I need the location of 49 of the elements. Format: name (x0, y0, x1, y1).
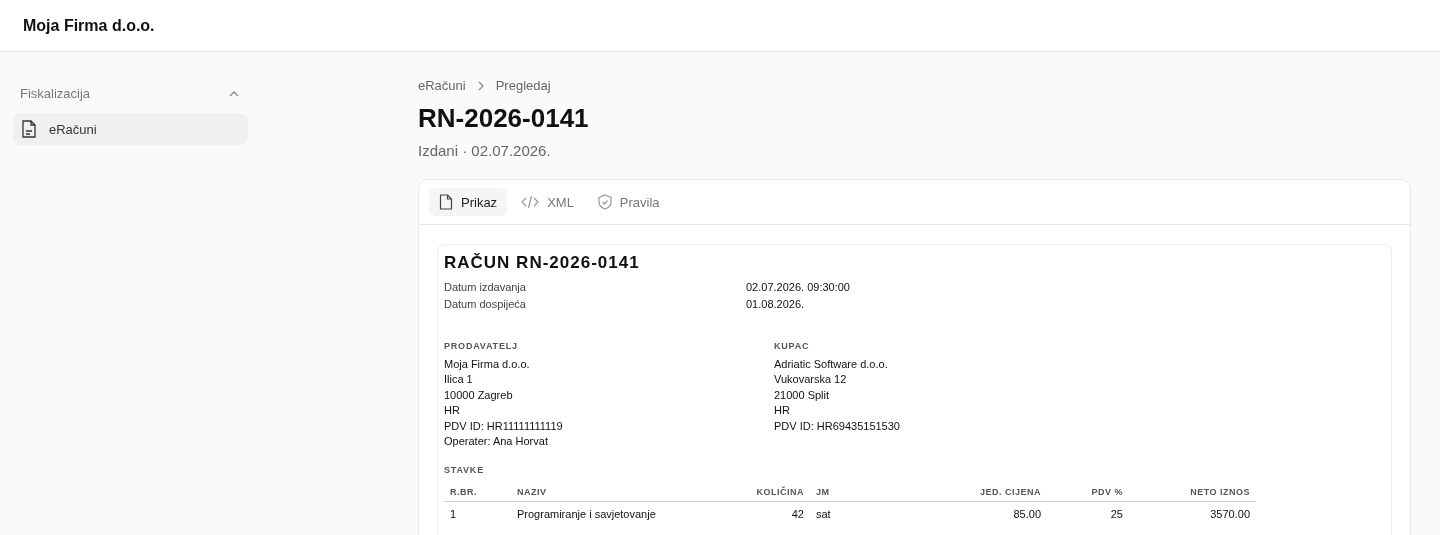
party-heading: KUPAC (774, 341, 811, 351)
sidebar-section-label: Fiskalizacija (20, 86, 91, 101)
party-detail: HR (444, 403, 461, 419)
breadcrumb-link[interactable]: eRačuni (418, 78, 466, 93)
table-cell: Programiranje i savjetovanje (511, 501, 723, 527)
shield-icon (597, 194, 612, 210)
invoice-title: RAČUN RN-2026-0141 (444, 253, 641, 273)
date-label: Datum dospijeća (444, 297, 527, 312)
tab[interactable]: Pravila (587, 188, 670, 216)
party-detail: Adriatic Software d.o.o. (774, 357, 889, 372)
chevron-icon[interactable] (229, 90, 239, 97)
column-header: JED. CIJENA (880, 483, 1047, 502)
column-header: PDV % (1047, 483, 1129, 502)
table-cell: 3570.00 (1129, 501, 1256, 527)
party-detail: 21000 Split (774, 387, 831, 403)
party-detail: 10000 Zagreb (444, 387, 514, 403)
party-detail: PDV ID: HR69435151530 (774, 418, 900, 434)
party-heading: PRODAVATELJ (444, 341, 519, 351)
party-detail: PDV ID: HR11111111119 (444, 418, 564, 434)
column-header: NAZIV (511, 483, 723, 502)
column-header: NETO IZNOS (1129, 483, 1256, 502)
document-icon (439, 194, 453, 210)
party-detail: Moja Firma d.o.o. (444, 357, 531, 372)
breadcrumb-link[interactable]: Pregledaj (495, 78, 551, 93)
items-heading: STAVKE (444, 465, 485, 476)
document-icon (21, 120, 37, 138)
table-cell: sat (810, 501, 880, 527)
code-icon (521, 195, 540, 209)
table-cell: 85.00 (880, 501, 1047, 527)
date-label: Datum izdavanja (444, 280, 527, 295)
date-value: 02.07.2026. 09:30:00 (746, 280, 850, 295)
party-detail: Operater: Ana Horvat (444, 434, 549, 450)
page-title: RN-2026-0141 (418, 103, 590, 134)
party-detail: Vukovarska 12 (774, 372, 848, 388)
table-cell: 25 (1047, 501, 1129, 527)
column-header: KOLIČINA (723, 483, 810, 502)
table-cell: 42 (723, 501, 810, 527)
page-subtitle: Izdani · 02.07.2026. (418, 142, 552, 159)
party-detail: HR (774, 403, 791, 419)
date-value: 01.08.2026. (746, 297, 805, 312)
column-header: R.BR. (444, 483, 511, 502)
tab[interactable]: XML (511, 188, 584, 216)
tab[interactable]: Prikaz (429, 188, 508, 216)
sidebar-item[interactable]: eRačuni (13, 113, 248, 145)
chevron-right-icon (477, 80, 484, 91)
company-name: Moja Firma d.o.o. (23, 16, 155, 35)
table-cell: 1 (444, 501, 511, 527)
column-header: JM (810, 483, 880, 502)
party-detail: Ilica 1 (444, 372, 474, 388)
